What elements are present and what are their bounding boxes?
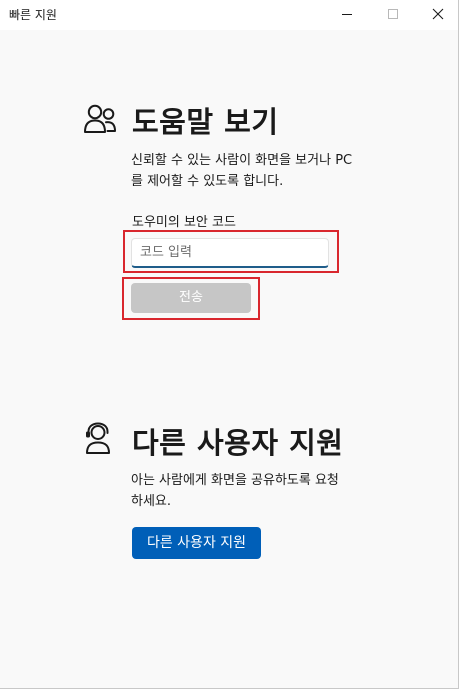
get-help-heading: 도움말 보기 <box>132 105 279 139</box>
minimize-icon <box>342 14 352 15</box>
submit-button[interactable]: 전송 <box>131 283 251 313</box>
quick-assist-window: 빠른 지원 도움말 보기 신뢰할 수 있는 사람이 화면을 보거나 PC 를 제… <box>0 0 459 689</box>
give-help-description: 아는 사람에게 화면을 공유하도록 요청 하세요. <box>131 470 401 512</box>
person-headset-icon <box>86 422 110 454</box>
get-help-description-line: 를 제어할 수 있도록 합니다. <box>131 174 284 189</box>
close-icon <box>432 8 444 20</box>
give-help-description-line: 하세요. <box>131 494 172 509</box>
security-code-input[interactable] <box>131 238 329 268</box>
people-icon <box>84 104 116 133</box>
give-help-description-line: 아는 사람에게 화면을 공유하도록 요청 <box>131 473 339 488</box>
window-title: 빠른 지원 <box>9 8 57 22</box>
maximize-icon <box>388 9 398 19</box>
maximize-button[interactable] <box>370 0 416 30</box>
get-help-description-line: 신뢰할 수 있는 사람이 화면을 보거나 PC <box>131 153 353 168</box>
close-button[interactable] <box>415 0 458 30</box>
security-code-label: 도우미의 보안 코드 <box>132 215 236 230</box>
give-help-heading: 다른 사용자 지원 <box>132 426 344 460</box>
help-someone-button[interactable]: 다른 사용자 지원 <box>132 527 261 559</box>
title-bar: 빠른 지원 <box>0 0 458 30</box>
minimize-button[interactable] <box>324 0 370 30</box>
get-help-description: 신뢰할 수 있는 사람이 화면을 보거나 PC 를 제어할 수 있도록 합니다. <box>131 150 401 192</box>
